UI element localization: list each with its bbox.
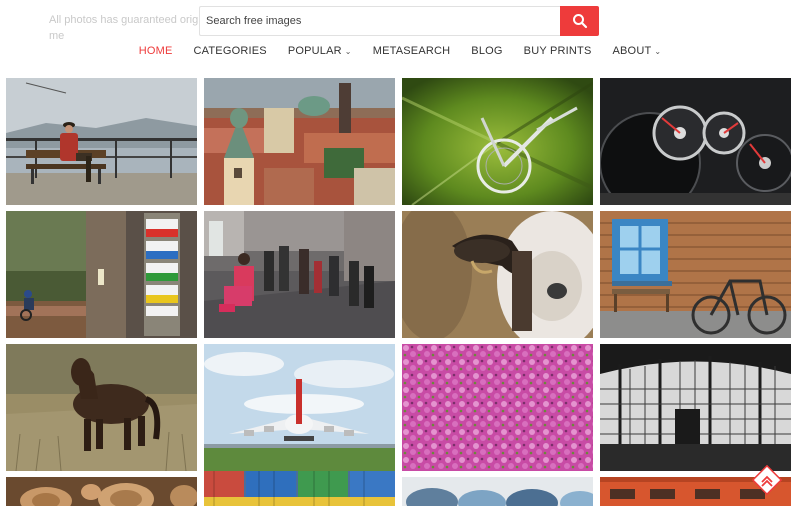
airbus-a380-photo[interactable] xyxy=(204,344,395,471)
firewood-logs-photo[interactable] xyxy=(6,477,197,506)
prague-rooftops-photo[interactable] xyxy=(204,78,395,205)
chevron-up-icon xyxy=(751,464,783,496)
nav-metasearch-label: METASEARCH xyxy=(372,45,451,57)
brown-pony-photo[interactable] xyxy=(6,344,197,471)
search-input[interactable] xyxy=(199,6,560,36)
search-bar xyxy=(199,6,599,36)
nav-about-label: ABOUT xyxy=(612,45,652,57)
search-icon xyxy=(572,14,587,29)
nav-popular-label: POPULAR xyxy=(287,45,342,57)
chevron-down-icon: ⌄ xyxy=(344,46,352,56)
main-nav: HOME CATEGORIES POPULAR ⌄ METASEARCH BLOG… xyxy=(0,43,800,59)
nav-categories-label: CATEGORIES xyxy=(193,45,267,57)
nav-popular[interactable]: POPULAR ⌄ xyxy=(288,43,352,59)
nav-home-label: HOME xyxy=(138,45,173,57)
shipping-containers-photo[interactable] xyxy=(204,471,395,506)
blue-eggs-photo[interactable] xyxy=(402,477,593,506)
tourists-photographing-photo[interactable] xyxy=(204,211,395,338)
nav-buy-prints-label: BUY PRINTS xyxy=(523,45,592,57)
nav-metasearch[interactable]: METASEARCH xyxy=(373,43,451,59)
back-to-top-button[interactable] xyxy=(751,464,783,496)
pink-flowers-photo[interactable] xyxy=(402,344,593,471)
man-on-bench-photo[interactable] xyxy=(6,78,197,205)
chevron-down-icon: ⌄ xyxy=(654,46,662,56)
car-dashboard-photo[interactable] xyxy=(600,78,791,205)
nav-home[interactable]: HOME xyxy=(139,43,173,59)
bicycle-motion-blur-photo[interactable] xyxy=(402,78,593,205)
nav-buy-prints[interactable]: BUY PRINTS xyxy=(524,43,592,59)
nav-blog[interactable]: BLOG xyxy=(471,43,502,59)
nav-blog-label: BLOG xyxy=(471,45,503,57)
trail-marker-tree-photo[interactable] xyxy=(6,211,197,338)
train-station-roof-photo[interactable] xyxy=(600,344,791,471)
nav-about[interactable]: ABOUT ⌄ xyxy=(612,43,661,59)
bicycle-wooden-wall-photo[interactable] xyxy=(600,211,791,338)
search-button[interactable] xyxy=(560,6,599,36)
sheep-closeup-photo[interactable] xyxy=(402,211,593,338)
nav-categories[interactable]: CATEGORIES xyxy=(194,43,267,59)
